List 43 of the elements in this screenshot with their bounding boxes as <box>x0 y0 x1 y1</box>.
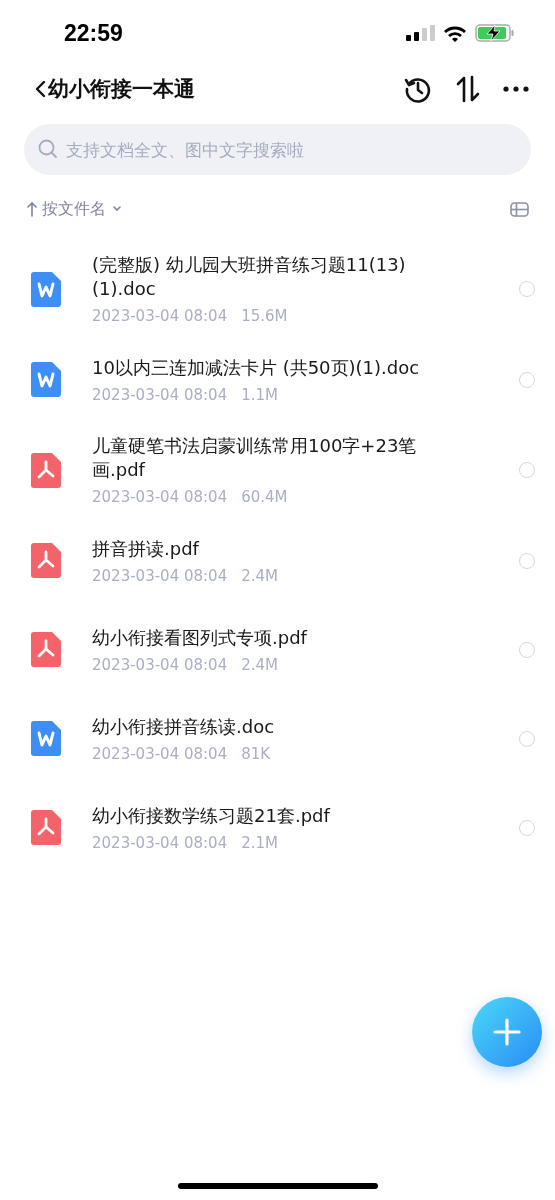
file-name[interactable]: 拼音拼读.pdf <box>92 536 432 561</box>
file-size: 2.4M <box>241 566 278 585</box>
file-size: 15.6M <box>241 307 288 325</box>
pdf-file-icon <box>31 452 61 488</box>
pdf-file-icon <box>31 810 61 845</box>
signal-icon <box>406 25 435 41</box>
word-file-icon <box>31 362 61 397</box>
file-name[interactable]: 儿童硬笔书法启蒙训练常用100字+23笔画.pdf <box>92 434 432 482</box>
file-date: 2023-03-04 08:04 <box>92 566 228 585</box>
back-button[interactable] <box>34 79 46 99</box>
arrow-up-icon <box>26 201 38 217</box>
file-name[interactable]: 幼小衔接看图列式专项.pdf <box>92 625 432 650</box>
plus-icon <box>493 1018 521 1046</box>
file-size: 81K <box>241 744 271 763</box>
status-time: 22:59 <box>64 19 123 47</box>
add-button[interactable] <box>472 997 542 1067</box>
word-file-icon <box>31 721 61 756</box>
sort-by-name-button[interactable]: 按文件名 <box>26 198 124 220</box>
file-size: 60.4M <box>241 488 288 506</box>
pdf-file-icon <box>31 543 61 578</box>
file-date: 2023-03-04 08:04 <box>92 744 228 763</box>
file-date: 2023-03-04 08:04 <box>92 655 228 674</box>
file-date: 2023-03-04 08:04 <box>92 385 228 404</box>
file-date: 2023-03-04 08:04 <box>92 307 228 325</box>
file-size: 2.1M <box>241 833 278 852</box>
file-size: 1.1M <box>241 385 278 404</box>
file-name[interactable]: 10以内三连加减法卡片 (共50页)(1).doc <box>92 355 432 380</box>
search-icon <box>38 139 58 159</box>
file-date: 2023-03-04 08:04 <box>92 488 228 506</box>
file-name[interactable]: (完整版) 幼儿园大班拼音练习题11(13)(1).doc <box>92 253 432 301</box>
layout-toggle-icon[interactable] <box>510 201 529 217</box>
word-file-icon <box>31 271 61 307</box>
page-title: 幼小衔接一本通 <box>48 76 195 103</box>
search-field[interactable]: 支持文档全文、图中文字搜索啦 <box>24 124 531 175</box>
pdf-file-icon <box>31 632 61 667</box>
file-size: 2.4M <box>241 655 278 674</box>
file-name[interactable]: 幼小衔接拼音练读.doc <box>92 714 432 739</box>
sort-order-button[interactable] <box>455 75 481 103</box>
battery-charging-icon <box>475 24 515 42</box>
file-name[interactable]: 幼小衔接数学练习题21套.pdf <box>92 803 432 828</box>
more-button[interactable] <box>503 86 529 92</box>
wifi-icon <box>443 24 467 42</box>
file-date: 2023-03-04 08:04 <box>92 833 228 852</box>
